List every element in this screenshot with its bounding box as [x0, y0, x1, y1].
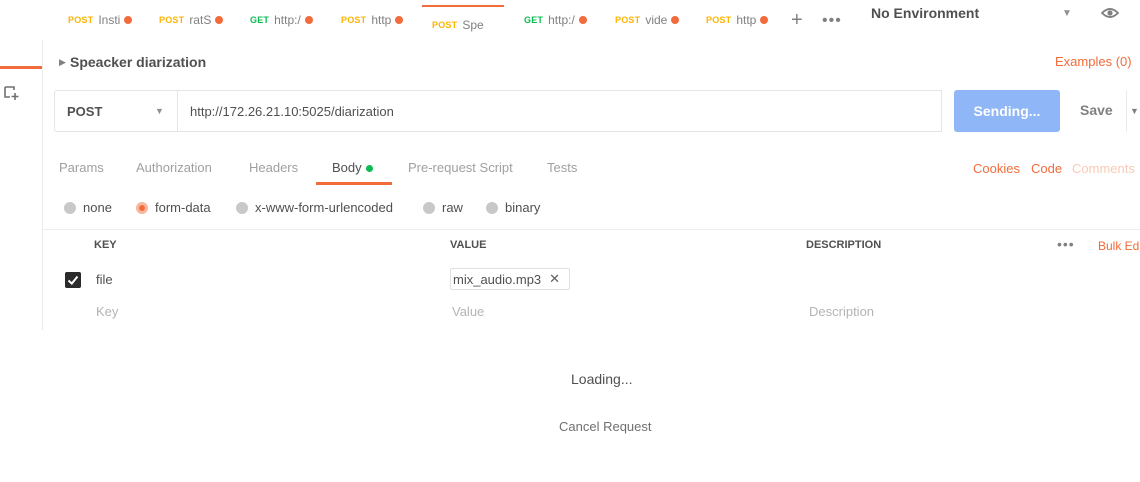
bulk-edit-link[interactable]: Bulk Ed: [1098, 239, 1139, 253]
request-tab[interactable]: POST Insti: [68, 0, 133, 40]
radio-form-data[interactable]: form-data: [136, 200, 211, 215]
body-set-dot-icon: [365, 165, 373, 173]
new-description-input[interactable]: Description: [809, 304, 874, 319]
tab-method: POST: [341, 15, 367, 25]
tab-authorization[interactable]: Authorization: [136, 160, 212, 175]
request-tab-active[interactable]: POST Spea: [422, 5, 504, 43]
method-chevron-down-icon[interactable]: ▼: [155, 106, 164, 116]
tab-name: Spea: [462, 18, 484, 32]
tab-method: GET: [250, 15, 270, 25]
tab-method: POST: [706, 15, 732, 25]
tab-tests[interactable]: Tests: [547, 160, 577, 175]
tab-headers[interactable]: Headers: [249, 160, 298, 175]
tab-method: POST: [68, 15, 94, 25]
request-tab[interactable]: GET http:/: [524, 0, 587, 40]
request-tab[interactable]: POST ratS: [159, 0, 224, 40]
file-chip[interactable]: mix_audio.mp3 ✕: [450, 268, 570, 290]
url-input[interactable]: http://172.26.21.10:5025/diarization: [177, 90, 942, 132]
tab-name: http: [371, 13, 392, 27]
radio-label: none: [83, 200, 112, 215]
tab-method: POST: [615, 15, 641, 25]
save-button[interactable]: Save: [1080, 102, 1113, 118]
radio-label: binary: [505, 200, 541, 215]
radio-x-www-form-urlencoded[interactable]: x-www-form-urlencoded: [236, 200, 393, 215]
row-key-input[interactable]: file: [96, 272, 113, 287]
radio-unchecked-icon: [64, 201, 76, 214]
new-collection-icon[interactable]: [3, 84, 21, 102]
request-tab[interactable]: POST vide: [615, 0, 680, 40]
unsaved-dot-icon: [395, 16, 404, 24]
request-tab[interactable]: POST http: [706, 0, 769, 40]
radio-raw[interactable]: raw: [423, 200, 463, 215]
remove-file-close-icon[interactable]: ✕: [549, 271, 560, 287]
cancel-request-button[interactable]: Cancel Request: [559, 419, 652, 434]
active-tab-underline: [316, 182, 392, 185]
save-options-chevron-down-icon[interactable]: ▼: [1126, 90, 1140, 132]
file-chip-name: mix_audio.mp3: [453, 271, 542, 287]
method-select-value: POST: [67, 103, 103, 119]
request-tab[interactable]: GET http:/: [250, 0, 313, 40]
radio-binary[interactable]: binary: [486, 200, 540, 215]
environment-select[interactable]: No Environment: [871, 5, 979, 21]
new-value-input[interactable]: Value: [452, 304, 484, 319]
tab-name: http:/: [274, 13, 301, 27]
url-input-value: http://172.26.21.10:5025/diarization: [190, 103, 394, 119]
table-options-more-icon[interactable]: •••: [1057, 236, 1075, 252]
radio-checked-icon: [136, 201, 148, 214]
tab-body-label: Body: [332, 160, 362, 175]
environment-chevron-down-icon[interactable]: ▼: [1062, 8, 1072, 19]
environment-quick-look-eye-icon[interactable]: [1101, 6, 1119, 20]
radio-label: raw: [442, 200, 463, 215]
unsaved-dot-icon: [124, 16, 133, 24]
column-header-description: DESCRIPTION: [806, 239, 882, 251]
collapse-caret-icon[interactable]: ▶: [59, 57, 66, 68]
tab-method: GET: [524, 15, 544, 25]
tab-name: http: [736, 13, 757, 27]
sidebar-divider: [42, 40, 43, 330]
tab-body[interactable]: Body: [332, 160, 373, 175]
column-header-value: VALUE: [450, 239, 487, 251]
loading-text: Loading...: [571, 371, 633, 387]
request-title[interactable]: Speacker diarization: [70, 54, 206, 70]
new-key-input[interactable]: Key: [96, 304, 118, 319]
radio-none[interactable]: none: [64, 200, 112, 215]
comments-link[interactable]: Comments: [1072, 161, 1135, 176]
new-tab-plus-icon[interactable]: +: [791, 10, 803, 30]
radio-label: x-www-form-urlencoded: [255, 200, 393, 215]
row-checkbox-checked-icon[interactable]: [65, 272, 81, 288]
radio-unchecked-icon: [486, 201, 498, 214]
examples-link[interactable]: Examples (0): [1055, 54, 1132, 69]
code-link[interactable]: Code: [1031, 161, 1062, 176]
tab-method: POST: [432, 20, 458, 30]
send-button[interactable]: Sending...: [954, 90, 1060, 132]
radio-label: form-data: [155, 200, 211, 215]
unsaved-dot-icon: [760, 16, 769, 24]
tab-name: vide: [645, 13, 668, 27]
unsaved-dot-icon: [304, 16, 313, 24]
tab-name: Insti: [98, 13, 121, 27]
request-tab[interactable]: POST http: [341, 0, 404, 40]
tab-pre-request-script[interactable]: Pre-request Script: [408, 160, 513, 175]
table-divider: [42, 229, 1140, 230]
column-header-key: KEY: [94, 239, 117, 251]
tab-params[interactable]: Params: [59, 160, 104, 175]
unsaved-dot-icon: [671, 16, 680, 24]
radio-unchecked-icon: [423, 201, 435, 214]
rail-active-indicator: [0, 66, 42, 69]
tab-name: ratS: [189, 13, 212, 27]
tab-options-more-icon[interactable]: •••: [822, 13, 842, 29]
unsaved-dot-icon: [578, 16, 587, 24]
left-rail: [0, 0, 42, 482]
cookies-link[interactable]: Cookies: [973, 161, 1020, 176]
tab-name: http:/: [548, 13, 575, 27]
unsaved-dot-icon: [215, 16, 224, 24]
tab-method: POST: [159, 15, 185, 25]
radio-unchecked-icon: [236, 201, 248, 214]
